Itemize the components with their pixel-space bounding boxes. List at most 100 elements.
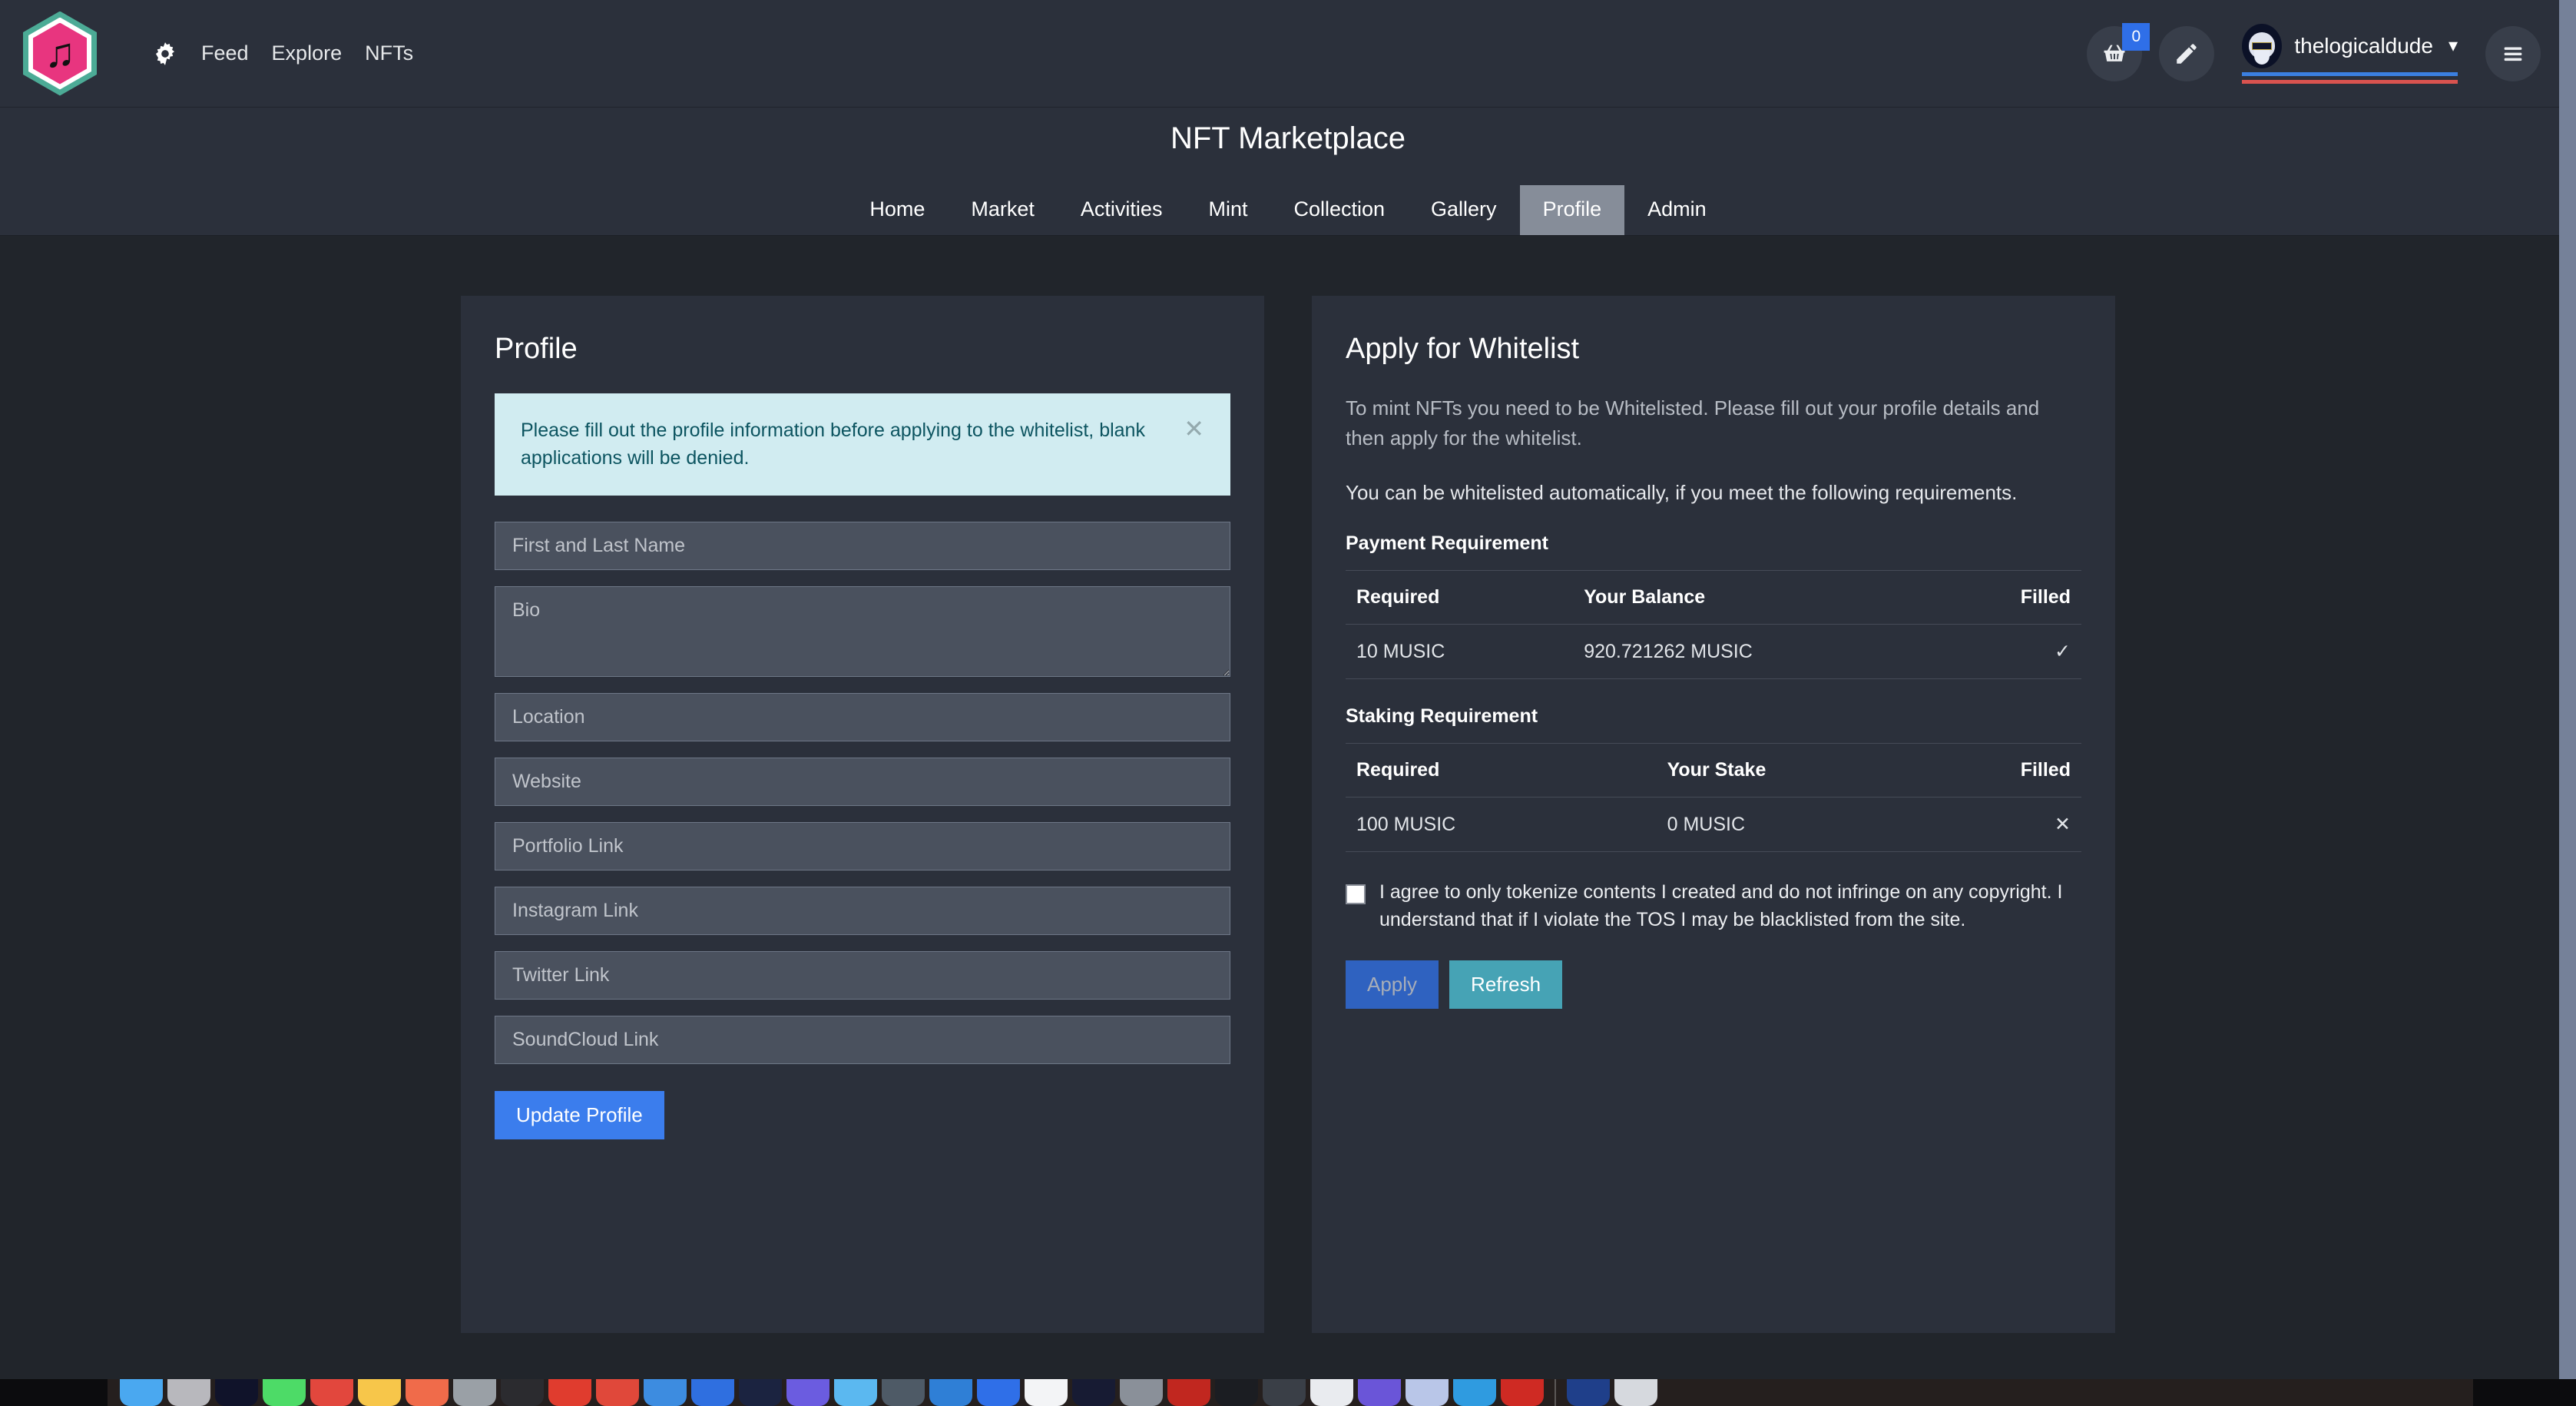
soundcloud-link-input[interactable]	[495, 1015, 1230, 1064]
twitter-link-input[interactable]	[495, 950, 1230, 1000]
th-staking-required: Required	[1346, 743, 1657, 798]
dock-icon[interactable]	[691, 1379, 734, 1406]
user-underline-blue	[2242, 71, 2458, 76]
music-note-hexagon-logo[interactable]: ♫	[23, 11, 97, 96]
td-payment-balance: 920.721262 MUSIC	[1573, 624, 1966, 679]
whitelist-button-row: Apply Refresh	[1346, 960, 2081, 1009]
hamburger-menu-icon	[2504, 47, 2522, 61]
profile-alert-text: Please fill out the profile information …	[521, 419, 1145, 469]
whitelist-card: Apply for Whitelist To mint NFTs you nee…	[1312, 296, 2115, 1333]
tab-gallery[interactable]: Gallery	[1408, 185, 1520, 235]
bio-textarea[interactable]	[495, 585, 1230, 677]
dock-icon[interactable]	[882, 1379, 925, 1406]
dock-icon[interactable]	[167, 1379, 210, 1406]
topnav-link-feed[interactable]: Feed	[201, 41, 249, 65]
staking-filled-cross-icon: ✕	[1966, 797, 2081, 852]
music-note-icon: ♫	[44, 29, 76, 76]
close-icon[interactable]: ✕	[1184, 416, 1204, 441]
th-staking-filled: Filled	[1966, 743, 2081, 798]
payment-filled-check-icon: ✓	[1966, 624, 2081, 679]
dock-icon[interactable]	[834, 1379, 877, 1406]
dock-icon-strip	[108, 1379, 2473, 1406]
dock-icon[interactable]	[215, 1379, 258, 1406]
th-payment-filled: Filled	[1966, 570, 2081, 625]
whitelist-intro-text: To mint NFTs you need to be Whitelisted.…	[1346, 396, 2040, 449]
pencil-icon	[2177, 43, 2197, 64]
portfolio-link-input[interactable]	[495, 821, 1230, 870]
dock-icon[interactable]	[1120, 1379, 1163, 1406]
table-header-row: Required Your Balance Filled	[1346, 570, 2081, 625]
table-row: 100 MUSIC 0 MUSIC ✕	[1346, 797, 2081, 852]
dock-icon[interactable]	[977, 1379, 1020, 1406]
dock-icon[interactable]	[1263, 1379, 1306, 1406]
location-input[interactable]	[495, 692, 1230, 741]
dock-icon[interactable]	[501, 1379, 544, 1406]
profile-card-heading: Profile	[495, 333, 578, 365]
tab-admin[interactable]: Admin	[1624, 185, 1730, 235]
dock-icon[interactable]	[1567, 1379, 1610, 1406]
dock-icon[interactable]	[406, 1379, 449, 1406]
cart-button[interactable]: 0	[2087, 22, 2151, 81]
refresh-button[interactable]: Refresh	[1449, 960, 1563, 1009]
tab-market[interactable]: Market	[948, 185, 1058, 235]
whitelist-auto-note: You can be whitelisted automatically, if…	[1346, 481, 2018, 504]
dock-icon[interactable]	[1310, 1379, 1353, 1406]
dock-icon[interactable]	[548, 1379, 591, 1406]
td-staking-required: 100 MUSIC	[1346, 797, 1657, 852]
dock-icon[interactable]	[786, 1379, 829, 1406]
td-payment-required: 10 MUSIC	[1346, 624, 1574, 679]
dock-icon[interactable]	[263, 1379, 306, 1406]
agreement-label: I agree to only tokenize contents I crea…	[1379, 881, 2063, 931]
whitelist-card-heading: Apply for Whitelist	[1346, 333, 1580, 365]
tab-mint[interactable]: Mint	[1185, 185, 1270, 235]
user-avatar	[2242, 23, 2283, 68]
website-input[interactable]	[495, 757, 1230, 806]
dock-icon[interactable]	[1614, 1379, 1657, 1406]
dock-icon[interactable]	[453, 1379, 496, 1406]
user-menu[interactable]: thelogicaldude ▾	[2242, 23, 2458, 84]
macos-dock	[0, 1379, 2576, 1406]
tab-home[interactable]: Home	[846, 185, 948, 235]
tab-collection[interactable]: Collection	[1270, 185, 1408, 235]
edit-button[interactable]	[2159, 25, 2215, 81]
topnav-link-nfts[interactable]: NFTs	[365, 41, 413, 65]
dock-icon[interactable]	[1025, 1379, 1068, 1406]
user-underline-red	[2242, 79, 2458, 84]
gear-icon[interactable]	[152, 41, 178, 67]
table-row: 10 MUSIC 920.721262 MUSIC ✓	[1346, 624, 2081, 679]
dock-icon[interactable]	[1167, 1379, 1210, 1406]
apply-button[interactable]: Apply	[1346, 960, 1439, 1009]
th-staking-stake: Your Stake	[1656, 743, 1966, 798]
payment-requirement-table: Required Your Balance Filled 10 MUSIC 92…	[1346, 570, 2081, 679]
profile-card: Profile Please fill out the profile info…	[461, 296, 1264, 1333]
dock-icon[interactable]	[929, 1379, 972, 1406]
username-label: thelogicaldude	[2294, 33, 2433, 58]
dock-icon[interactable]	[310, 1379, 353, 1406]
agreement-checkbox[interactable]	[1346, 884, 1366, 904]
tab-activities[interactable]: Activities	[1058, 185, 1186, 235]
instagram-link-input[interactable]	[495, 886, 1230, 935]
agreement-row: I agree to only tokenize contents I crea…	[1346, 878, 2081, 934]
dock-icon[interactable]	[739, 1379, 782, 1406]
dock-icon[interactable]	[1072, 1379, 1115, 1406]
dock-icon[interactable]	[596, 1379, 639, 1406]
dock-icon[interactable]	[644, 1379, 687, 1406]
td-staking-stake: 0 MUSIC	[1656, 797, 1966, 852]
page-scrollbar[interactable]	[2559, 0, 2576, 1379]
header-right-controls: 0 thelogicaldude ▾	[2087, 22, 2541, 84]
cart-count-badge: 0	[2122, 22, 2151, 51]
dock-icon[interactable]	[1358, 1379, 1401, 1406]
staking-requirement-subhead: Staking Requirement	[1346, 705, 1538, 727]
dock-icon[interactable]	[1215, 1379, 1258, 1406]
dock-icon[interactable]	[1406, 1379, 1449, 1406]
update-profile-button[interactable]: Update Profile	[495, 1090, 664, 1139]
hamburger-menu-button[interactable]	[2485, 25, 2541, 81]
tab-profile[interactable]: Profile	[1519, 185, 1625, 235]
topnav-link-explore[interactable]: Explore	[272, 41, 343, 65]
dock-icon[interactable]	[1453, 1379, 1496, 1406]
dock-icon[interactable]	[120, 1379, 163, 1406]
main-tab-nav: Home Market Activities Mint Collection G…	[0, 185, 2576, 235]
dock-icon[interactable]	[358, 1379, 401, 1406]
dock-icon[interactable]	[1501, 1379, 1544, 1406]
name-input[interactable]	[495, 521, 1230, 570]
